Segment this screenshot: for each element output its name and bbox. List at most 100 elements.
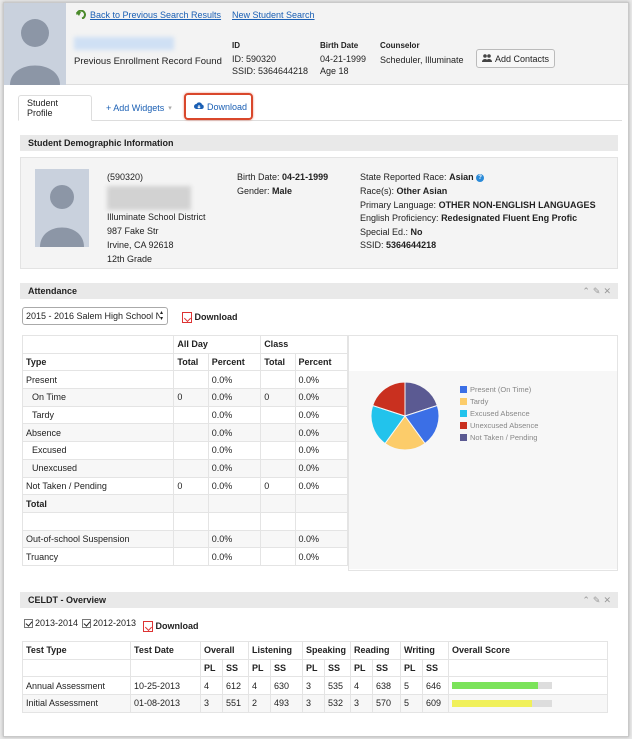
profile-tabs: Student Profile + Add Widgets ▾ Download	[18, 93, 622, 121]
att-cell-allday-percent: 0.0%	[207, 547, 262, 566]
demographic-grade: 12th Grade	[107, 254, 153, 264]
tab-download[interactable]: Download	[184, 93, 253, 120]
celdt-cell-s-pl: 3	[302, 676, 325, 696]
demo-gender-value: Male	[272, 186, 293, 196]
celdt-h-ss: SS	[422, 658, 449, 678]
attendance-pie-chart	[370, 381, 440, 451]
attendance-row: Total	[21, 494, 348, 513]
age-value: Age 18	[320, 66, 349, 76]
att-cell-allday-percent	[207, 494, 262, 513]
legend-swatch	[460, 422, 467, 429]
att-col-allday-percent: Percent	[207, 352, 262, 372]
att-cell-class-total	[260, 423, 296, 443]
attendance-group-header: All Day Class	[21, 335, 348, 354]
celdt-cell-w-ss: 609	[422, 694, 449, 713]
tab-download-label: Download	[207, 101, 248, 112]
celdt-sub-blank	[22, 658, 131, 678]
demo-race-label: State Reported Race:	[360, 172, 447, 182]
att-cell-class-percent: 0.0%	[294, 388, 348, 407]
att-col-class-total: Total	[260, 352, 296, 372]
att-cell-class-percent: 0.0%	[294, 529, 348, 549]
attendance-download-label: Download	[194, 312, 238, 322]
celdt-h-pl: PL	[302, 658, 325, 678]
add-contacts-button[interactable]: Add Contacts	[476, 49, 555, 68]
att-blank-header	[21, 335, 175, 354]
collapse-icon[interactable]: ⌃	[582, 595, 593, 605]
celdt-sub-header: PL SS PL SS PL SS PL SS PL SS	[22, 658, 608, 678]
celdt-row: Annual Assessment 10-25-2013 4 612 4 630 3 535 4…	[22, 676, 608, 696]
att-cell-class-total	[260, 494, 296, 513]
demographic-school: Illuminate School District	[107, 212, 206, 222]
new-student-search-link[interactable]: New Student Search	[232, 9, 315, 22]
celdt-year-2013-checkbox[interactable]: 2013-2014	[24, 617, 78, 630]
att-cell-type: Out-of-school Suspension	[21, 529, 175, 549]
attendance-title: Attendance	[28, 286, 78, 296]
att-cell-allday-percent: 0.0%	[207, 458, 262, 478]
student-header: Back to Previous Search Results New Stud…	[4, 3, 628, 85]
tab-add-widgets[interactable]: + Add Widgets ▾	[98, 95, 184, 121]
school-year-select[interactable]: 2015 - 2016 Salem High School N ▴ ▾	[22, 307, 168, 325]
celdt-cell-date: 10-25-2013	[130, 676, 201, 696]
collapse-icon[interactable]: ⌃	[582, 286, 593, 296]
celdt-cell-o-ss: 551	[222, 694, 249, 713]
celdt-h-ss: SS	[222, 658, 249, 678]
demo-english: English Proficiency: Redesignated Fluent…	[360, 212, 577, 225]
celdt-cell-o-pl: 4	[200, 676, 223, 696]
att-cell-class-percent: 0.0%	[294, 476, 348, 496]
close-icon[interactable]: ✕	[603, 286, 614, 296]
attendance-column-header: Type Total Percent Total Percent	[21, 352, 348, 372]
legend-label: Excused Absence	[470, 409, 530, 418]
counselor-label: Counselor	[380, 41, 420, 50]
attendance-row: Absence 0.0% 0.0%	[21, 423, 348, 443]
att-cell-class-total	[260, 370, 296, 390]
celdt-title: CELDT - Overview	[28, 595, 107, 605]
attendance-row: Out-of-school Suspension 0.0% 0.0%	[21, 529, 348, 549]
att-cell-class-percent: 0.0%	[294, 458, 348, 478]
checkbox-2013[interactable]	[24, 619, 33, 629]
tab-student-profile[interactable]: Student Profile	[18, 95, 92, 121]
counselor-value: Scheduler, Illuminate	[380, 55, 464, 65]
demo-language-value: OTHER NON-ENGLISH LANGUAGES	[438, 200, 596, 210]
celdt-cell-l-pl: 4	[248, 676, 271, 696]
celdt-h-test-type: Test Type	[22, 641, 131, 660]
attendance-row: Excused 0.0% 0.0%	[21, 441, 348, 460]
att-col-class-percent: Percent	[294, 352, 348, 372]
id-label: ID	[232, 41, 240, 50]
att-cell-allday-total	[173, 405, 209, 425]
back-to-search-link[interactable]: Back to Previous Search Results	[90, 9, 221, 22]
overall-score-bar-fill	[452, 682, 538, 690]
checkbox-2012[interactable]	[82, 619, 91, 629]
edit-icon[interactable]: ✎	[593, 595, 604, 605]
attendance-row: Truancy 0.0% 0.0%	[21, 547, 348, 566]
demo-race-value: Asian	[449, 172, 474, 182]
att-cell-class-total	[260, 547, 296, 566]
att-col-type: Type	[21, 352, 175, 372]
celdt-h-pl: PL	[200, 658, 223, 678]
att-cell-class-total: 0	[260, 476, 296, 496]
celdt-year-2012-checkbox[interactable]: 2012-2013	[82, 617, 136, 630]
overall-score-bar	[452, 699, 552, 707]
attendance-download-link[interactable]: Download	[182, 311, 238, 324]
celdt-download-link[interactable]: Download	[143, 620, 199, 633]
att-cell-class-percent	[294, 494, 348, 513]
att-cell-type: Present	[21, 370, 175, 390]
close-icon[interactable]: ✕	[603, 595, 614, 605]
att-cell-class-percent: 0.0%	[294, 405, 348, 425]
legend-swatch	[460, 434, 467, 441]
att-cell-type: Tardy	[21, 405, 175, 425]
att-group-allday: All Day	[173, 335, 262, 354]
celdt-section-title: CELDT - Overview ⌃✎✕	[20, 592, 618, 608]
legend-label: Tardy	[470, 397, 489, 406]
celdt-cell-r-pl: 4	[350, 676, 373, 696]
demo-language-label: Primary Language:	[360, 200, 437, 210]
demo-special-ed-label: Special Ed.:	[360, 227, 409, 237]
help-icon[interactable]: ?	[476, 173, 485, 182]
edit-icon[interactable]: ✎	[593, 286, 604, 296]
celdt-h-ss: SS	[372, 658, 401, 678]
att-cell-allday-total	[173, 423, 209, 443]
celdt-h-pl: PL	[350, 658, 373, 678]
demo-ssid: SSID: 5364644218	[360, 239, 436, 252]
demo-races-value: Other Asian	[396, 186, 448, 196]
att-cell-allday-percent: 0.0%	[207, 529, 262, 549]
celdt-download-label: Download	[155, 621, 199, 631]
